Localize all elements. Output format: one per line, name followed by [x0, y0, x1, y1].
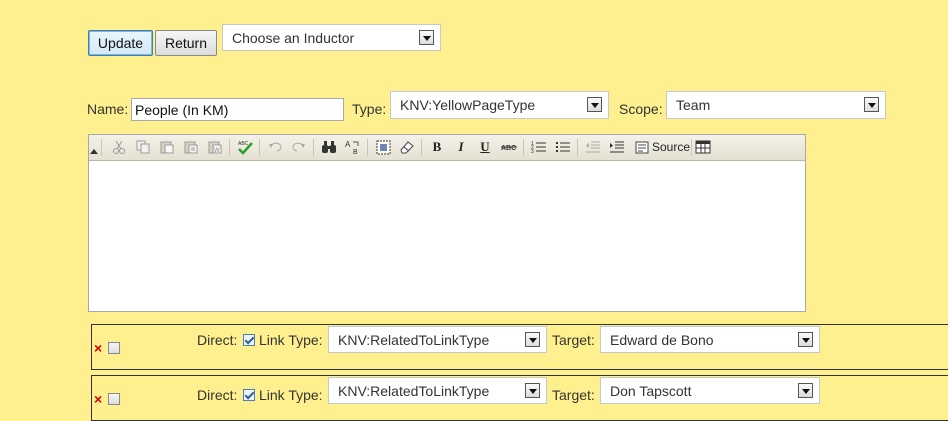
return-button[interactable]: Return	[155, 30, 217, 56]
chevron-down-icon[interactable]	[419, 30, 434, 45]
toolbar-separator	[691, 139, 692, 156]
svg-text:W: W	[214, 148, 220, 154]
direct-checkbox[interactable]	[243, 334, 255, 346]
target-label: Target:	[552, 387, 595, 403]
toolbar-separator	[577, 139, 578, 156]
name-input[interactable]: People (In KM)	[131, 98, 344, 121]
type-label: Type:	[352, 101, 387, 117]
type-select[interactable]: KNV:YellowPageType	[390, 91, 609, 119]
link-type-select[interactable]: KNV:RelatedToLinkType	[328, 326, 547, 353]
undo-icon[interactable]	[267, 139, 283, 155]
rich-text-editor: W ABC AB B I U ABC 1 2 3 Source	[88, 134, 806, 312]
target-select-value: Don Tapscott	[610, 382, 692, 399]
redo-icon[interactable]	[291, 139, 307, 155]
numbered-list-icon[interactable]: 123	[531, 139, 547, 155]
chevron-down-icon[interactable]	[525, 332, 540, 347]
underline-icon[interactable]: U	[477, 139, 493, 155]
replace-icon[interactable]: AB	[345, 139, 361, 155]
inductor-select[interactable]: Choose an Inductor	[222, 24, 441, 51]
remove-format-icon[interactable]	[399, 139, 415, 155]
name-label: Name:	[87, 101, 129, 117]
target-select[interactable]: Edward de Bono	[600, 326, 820, 353]
delete-link-icon[interactable]: ×	[94, 392, 102, 406]
table-icon[interactable]	[695, 139, 711, 155]
svg-text:A: A	[345, 140, 351, 149]
inductor-select-value: Choose an Inductor	[232, 29, 355, 46]
outdent-icon[interactable]	[585, 139, 601, 155]
toolbar-separator	[523, 139, 524, 156]
scope-label: Scope:	[619, 101, 663, 117]
direct-label: Direct:	[197, 387, 238, 403]
link-type-label: Link Type:	[259, 387, 323, 403]
select-link-checkbox[interactable]	[108, 342, 120, 354]
chevron-down-icon[interactable]	[587, 97, 602, 112]
target-select[interactable]: Don Tapscott	[600, 377, 820, 404]
scope-select[interactable]: Team	[666, 91, 886, 119]
target-select-value: Edward de Bono	[610, 331, 714, 348]
update-button[interactable]: Update	[88, 30, 153, 56]
paste-text-icon[interactable]	[183, 139, 199, 155]
strikethrough-icon[interactable]: ABC	[501, 139, 517, 155]
editor-content-area[interactable]	[89, 161, 805, 311]
svg-text:ABC: ABC	[501, 145, 516, 152]
toolbar-separator	[101, 139, 102, 156]
copy-icon[interactable]	[135, 139, 151, 155]
spellcheck-icon[interactable]: ABC	[237, 139, 253, 155]
toolbar-separator	[313, 139, 314, 156]
link-type-select[interactable]: KNV:RelatedToLinkType	[328, 377, 547, 404]
link-type-select-value: KNV:RelatedToLinkType	[338, 382, 490, 399]
direct-checkbox[interactable]	[243, 389, 255, 401]
source-button[interactable]: Source	[652, 140, 690, 154]
chevron-down-icon[interactable]	[798, 332, 813, 347]
select-all-icon[interactable]	[375, 139, 391, 155]
scope-select-value: Team	[676, 97, 711, 113]
delete-link-icon[interactable]: ×	[94, 341, 102, 355]
source-icon[interactable]	[634, 139, 650, 155]
link-type-select-value: KNV:RelatedToLinkType	[338, 331, 490, 348]
editor-toolbar: W ABC AB B I U ABC 1 2 3 Source	[89, 135, 805, 161]
cut-icon[interactable]	[111, 139, 127, 155]
italic-icon[interactable]: I	[453, 139, 469, 155]
bold-icon[interactable]: B	[429, 139, 445, 155]
select-link-checkbox[interactable]	[108, 393, 120, 405]
type-select-value: KNV:YellowPageType	[400, 97, 536, 113]
chevron-down-icon[interactable]	[798, 383, 813, 398]
toolbar-separator	[229, 139, 230, 156]
direct-label: Direct:	[197, 332, 238, 348]
toolbar-separator	[421, 139, 422, 156]
paste-icon[interactable]	[159, 139, 175, 155]
svg-text:ABC: ABC	[238, 141, 249, 147]
chevron-down-icon[interactable]	[525, 383, 540, 398]
svg-text:B: B	[353, 149, 358, 155]
toolbar-separator	[367, 139, 368, 156]
paste-word-icon[interactable]: W	[207, 139, 223, 155]
toolbar-separator	[259, 139, 260, 156]
target-label: Target:	[552, 332, 595, 348]
collapse-toolbar-icon[interactable]	[89, 143, 99, 159]
link-type-label: Link Type:	[259, 332, 323, 348]
svg-text:3: 3	[531, 149, 534, 154]
indent-icon[interactable]	[609, 139, 625, 155]
find-icon[interactable]	[321, 139, 337, 155]
chevron-down-icon[interactable]	[864, 97, 879, 112]
bulleted-list-icon[interactable]	[555, 139, 571, 155]
